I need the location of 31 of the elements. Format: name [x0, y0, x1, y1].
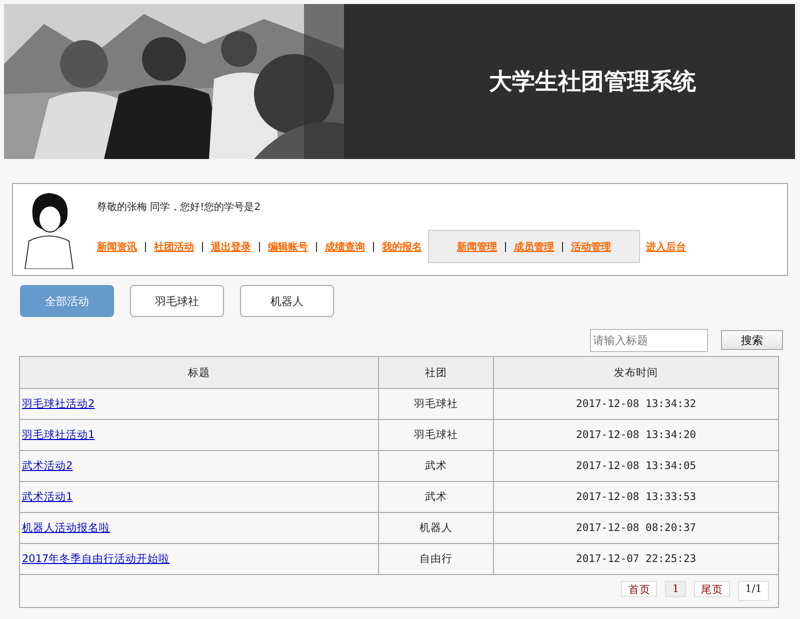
table-cell: 2017-12-08 13:33:53 [494, 482, 778, 512]
table-cell: 武术 [378, 450, 494, 482]
first-page-button[interactable]: 首页 [621, 581, 658, 597]
table-cell: 2017-12-07 22:25:23 [494, 544, 778, 574]
table-cell: 2017-12-08 13:34:05 [494, 450, 778, 482]
activity-link[interactable]: 机器人活动报名啦 [22, 522, 110, 534]
table-cell: 2017-12-08 13:34:20 [494, 420, 778, 450]
table-cell: 2017-12-08 13:34:32 [494, 388, 778, 420]
activity-link[interactable]: 武术活动1 [22, 491, 73, 503]
filter-tab[interactable]: 机器人 [240, 285, 334, 317]
column-header: 社团 [378, 356, 494, 388]
table-cell: 自由行 [378, 544, 494, 574]
table-cell: 羽毛球社 [378, 420, 494, 450]
system-title: 大学生社团管理系统 [489, 67, 696, 97]
search-field[interactable]: 请输入标题 [590, 329, 708, 352]
activity-link[interactable]: 羽毛球社活动1 [22, 429, 95, 441]
table-cell: 机器人 [378, 512, 494, 544]
activity-link[interactable]: 武术活动2 [22, 460, 73, 472]
table-cell: 2017-12-08 08:20:37 [494, 512, 778, 544]
page-button[interactable]: 1 [665, 581, 686, 597]
activity-link[interactable]: 2017年冬季自由行活动开始啦 [22, 553, 170, 565]
last-page-button[interactable]: 尾页 [694, 581, 730, 597]
greeting-text: 尊敬的张梅 同学，您好!您的学号是2 [97, 200, 262, 214]
column-header: 标题 [20, 356, 378, 388]
page-info: 1/1 [738, 581, 769, 601]
filter-tab[interactable]: 羽毛球社 [130, 285, 224, 317]
search-button[interactable]: 搜索 [721, 330, 783, 350]
column-header: 发布时间 [494, 356, 778, 388]
table-cell: 羽毛球社 [378, 388, 494, 420]
activity-link[interactable]: 羽毛球社活动2 [22, 398, 95, 410]
table-cell: 武术 [378, 482, 494, 512]
